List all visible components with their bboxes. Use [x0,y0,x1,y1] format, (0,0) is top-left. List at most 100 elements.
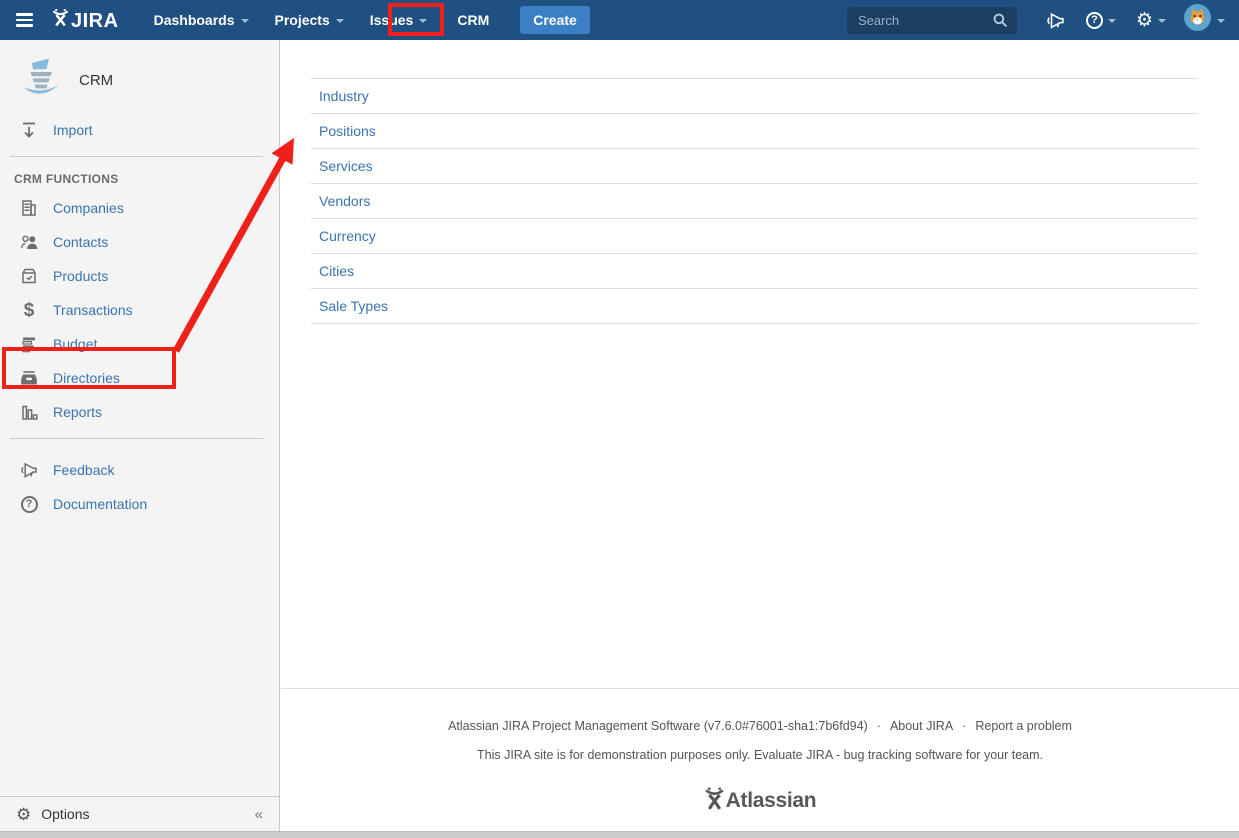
search-icon[interactable] [992,12,1009,34]
box-icon [18,266,40,286]
footer-software-info: Atlassian JIRA Project Management Softwa… [448,719,868,733]
directory-link-sale-types[interactable]: Sale Types [319,298,388,314]
import-icon [18,119,40,141]
footer-separator: · [953,719,975,733]
feedback-megaphone-icon[interactable] [1035,10,1076,31]
chevron-down-icon [1217,19,1225,23]
page-footer: Atlassian JIRA Project Management Softwa… [281,688,1239,831]
directory-row: Positions [311,113,1198,148]
avatar [1184,4,1211,36]
directory-row: Services [311,148,1198,183]
crm-app-name: CRM [79,72,113,89]
sidebar-item-label: Contacts [53,234,108,250]
sidebar-divider [10,438,263,439]
sidebar-divider [10,156,263,157]
directory-link-cities[interactable]: Cities [319,263,354,279]
chevron-down-icon [336,19,344,23]
gear-icon: ⚙ [1136,11,1153,30]
sidebar-item-label: Reports [53,404,102,420]
options-label: Options [41,806,89,822]
jira-mark-icon [52,8,69,32]
nav-item-label: CRM [457,12,489,28]
sidebar-item-import[interactable]: Import [0,113,279,147]
directory-row: Industry [311,78,1198,113]
bottom-scrollbar-strip[interactable] [0,831,1239,838]
help-menu[interactable]: ? [1076,12,1126,29]
building-icon [18,198,40,218]
sidebar-section-header: CRM FUNCTIONS [14,172,279,186]
crm-functions-group: Companies Contacts [0,191,279,429]
directory-link-services[interactable]: Services [319,158,373,174]
directory-row: Vendors [311,183,1198,218]
chevron-down-icon [419,19,427,23]
nav-item-label: Projects [275,12,330,28]
sidebar-item-feedback[interactable]: Feedback [0,453,279,487]
options-row[interactable]: ⚙ Options « [0,796,279,831]
people-icon [18,232,40,252]
directory-link-vendors[interactable]: Vendors [319,193,370,209]
atlassian-logo-text: Atlassian [726,789,817,813]
atlassian-logo: Atlassian [704,786,817,815]
main-nav-menu: Dashboards Projects Issues CRM [141,0,507,40]
footer-separator: · [868,719,890,733]
hamburger-icon[interactable] [4,13,44,27]
nav-item-label: Dashboards [154,12,235,28]
directory-row: Currency [311,218,1198,253]
sidebar-item-products[interactable]: Products [0,259,279,293]
sidebar-item-label: Companies [53,200,124,216]
directory-row: Cities [311,253,1198,288]
megaphone-icon [18,460,40,480]
search-box [847,7,1017,34]
crm-sidebar: CRM Import CRM FUNCTIONS Companies [0,40,280,831]
sidebar-item-directories[interactable]: Directories [0,361,279,395]
sidebar-item-documentation[interactable]: ? Documentation [0,487,279,521]
user-menu[interactable] [1176,4,1225,36]
directory-link-currency[interactable]: Currency [319,228,376,244]
sidebar-item-budget[interactable]: Budget [0,327,279,361]
sidebar-item-label: Directories [53,370,120,386]
directory-link-positions[interactable]: Positions [319,123,376,139]
admin-menu[interactable]: ⚙ [1126,11,1176,30]
nav-item-label: Issues [370,12,414,28]
main-content: Industry Positions Services Vendors Curr… [281,40,1239,831]
sidebar-item-companies[interactable]: Companies [0,191,279,225]
sidebar-item-label: Transactions [53,302,133,318]
sidebar-item-label: Budget [53,336,97,352]
nav-issues[interactable]: Issues [357,0,441,40]
sidebar-item-label: Documentation [53,496,147,512]
chevron-down-icon [1158,19,1166,23]
help-group: Feedback ? Documentation [0,453,279,521]
jira-logo[interactable]: JIRA [52,8,119,32]
crm-app-header: CRM [18,56,279,105]
sidebar-item-label: Import [53,122,93,138]
bars-icon [18,334,40,354]
sidebar-item-label: Products [53,268,108,284]
nav-crm[interactable]: CRM [440,0,506,40]
footer-software-line: Atlassian JIRA Project Management Softwa… [281,719,1239,733]
dollar-icon: $ [18,301,40,320]
chart-icon [18,402,40,422]
chevron-down-icon [1108,19,1116,23]
sidebar-item-contacts[interactable]: Contacts [0,225,279,259]
sidebar-item-label: Feedback [53,462,114,478]
sidebar-item-reports[interactable]: Reports [0,395,279,429]
crm-logo-icon [18,56,64,105]
directory-link-industry[interactable]: Industry [319,88,369,104]
help-icon: ? [1086,12,1103,29]
question-icon: ? [18,496,40,513]
drawer-icon [18,368,40,388]
chevron-down-icon [241,19,249,23]
navbar-right: ? ⚙ [847,4,1239,36]
gear-icon: ⚙ [16,806,31,823]
nav-projects[interactable]: Projects [262,0,357,40]
nav-dashboards[interactable]: Dashboards [141,0,262,40]
atlassian-mark-icon [704,786,725,815]
directories-list: Industry Positions Services Vendors Curr… [311,78,1198,324]
report-problem-link[interactable]: Report a problem [975,719,1072,733]
create-button[interactable]: Create [520,6,590,34]
about-jira-link[interactable]: About JIRA [890,719,953,733]
collapse-sidebar-button[interactable]: « [255,806,263,823]
jira-logo-text: JIRA [71,10,119,32]
footer-demo-notice: This JIRA site is for demonstration purp… [281,748,1239,762]
sidebar-item-transactions[interactable]: $ Transactions [0,293,279,327]
